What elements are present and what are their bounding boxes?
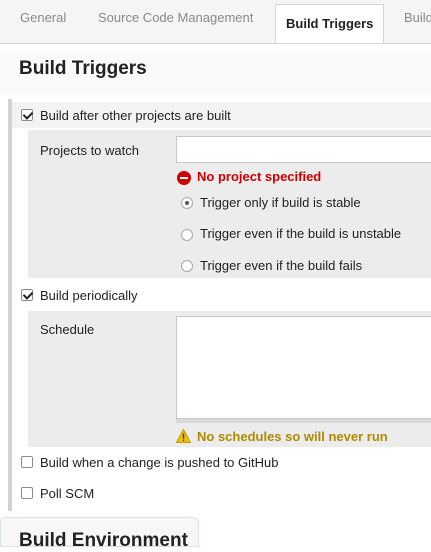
radio-trigger-unstable[interactable]: [181, 229, 193, 241]
schedule-textarea[interactable]: [176, 316, 431, 419]
poll-scm-label: Poll SCM: [40, 486, 95, 501]
build-periodically-checkbox[interactable]: [21, 289, 33, 301]
tab-general[interactable]: General: [20, 10, 66, 25]
poll-scm-checkbox[interactable]: [21, 487, 33, 499]
build-after-other-label: Build after other projects are built: [40, 108, 231, 123]
github-push-checkbox[interactable]: [21, 456, 33, 468]
radio-trigger-fails[interactable]: [181, 260, 193, 272]
error-icon: [177, 171, 191, 185]
section-title: Build Triggers: [19, 58, 147, 79]
tab-build[interactable]: Build: [404, 10, 431, 25]
textarea-resize-handle[interactable]: [176, 419, 431, 423]
next-section-title: Build Environment: [19, 530, 188, 551]
no-schedule-warning: No schedules so will never run: [197, 429, 388, 444]
config-tabs: General Source Code Management Build Tri…: [0, 0, 431, 44]
radio-trigger-unstable-label: Trigger even if the build is unstable: [200, 226, 402, 241]
radio-trigger-stable[interactable]: [181, 197, 193, 209]
warning-icon: [176, 429, 191, 443]
no-project-error: No project specified: [197, 169, 322, 184]
projects-to-watch-label: Projects to watch: [40, 143, 139, 158]
build-after-other-checkbox[interactable]: [21, 109, 33, 121]
radio-trigger-fails-label: Trigger even if the build fails: [200, 258, 363, 273]
tab-build-triggers[interactable]: Build Triggers: [275, 4, 385, 43]
github-push-label: Build when a change is pushed to GitHub: [40, 455, 279, 470]
schedule-label: Schedule: [40, 322, 95, 337]
build-periodically-label: Build periodically: [40, 288, 138, 303]
section-indent-bar: [8, 99, 12, 511]
projects-to-watch-input[interactable]: [176, 136, 431, 163]
radio-trigger-stable-label: Trigger only if build is stable: [200, 195, 361, 210]
tab-source-code-management[interactable]: Source Code Management: [98, 10, 253, 25]
